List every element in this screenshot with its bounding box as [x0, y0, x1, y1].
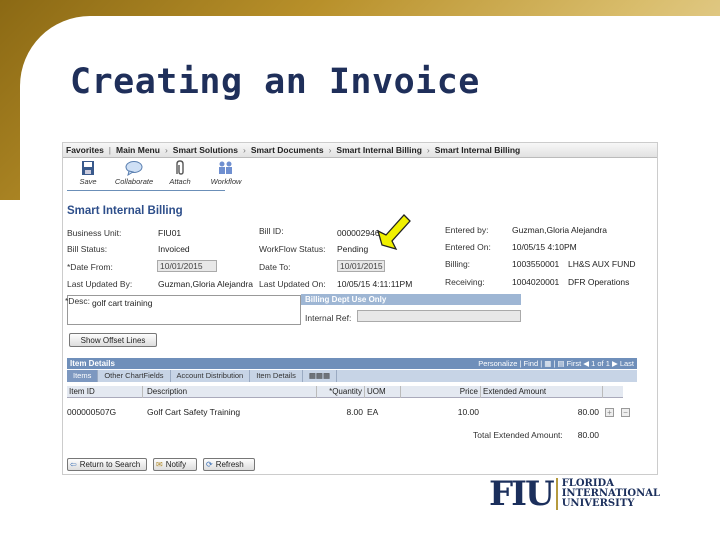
workflow-label: Workflow — [210, 177, 242, 186]
notify-label: Notify — [165, 460, 187, 469]
bill-status-label: Bill Status: — [67, 244, 108, 254]
breadcrumb-smart-documents[interactable]: Smart Documents — [251, 145, 324, 155]
tab-show-all-columns[interactable]: ▦▦▦ — [303, 370, 338, 382]
logo-wordmark: FLORIDA INTERNATIONAL UNIVERSITY — [562, 479, 660, 509]
business-unit-value: FIU01 — [158, 228, 182, 238]
return-to-search-button[interactable]: ⇦ Return to Search — [67, 458, 147, 471]
collaborate-button[interactable]: Collaborate — [115, 160, 153, 190]
billing-code: 1003550001 — [512, 259, 560, 269]
desc-value: golf cart training — [92, 298, 153, 308]
floppy-disk-icon — [79, 160, 97, 176]
billing-label: Billing: — [445, 259, 471, 269]
return-label: Return to Search — [79, 460, 141, 469]
notify-button[interactable]: ✉ Notify — [153, 458, 197, 471]
row-price[interactable]: 10.00 — [403, 407, 479, 417]
fiu-logo: FIU FLORIDA INTERNATIONAL UNIVERSITY — [489, 477, 660, 511]
breadcrumb: Favorites | Main Menu › Smart Solutions … — [63, 143, 657, 158]
entered-by-value: Guzman,Gloria Alejandra — [512, 225, 607, 235]
slide-title: Creating an Invoice — [70, 62, 480, 102]
receiving-code: 1004020001 — [512, 277, 560, 287]
add-row-icon[interactable]: + — [605, 408, 614, 417]
logo-divider — [555, 478, 558, 510]
business-unit-label: Business Unit: — [67, 228, 122, 238]
tab-item-details[interactable]: Item Details — [250, 370, 303, 382]
slide: Creating an Invoice Favorites | Main Men… — [0, 0, 720, 540]
save-label: Save — [79, 177, 97, 186]
bill-id-value: 000002946 — [337, 228, 380, 238]
row-quantity[interactable]: 8.00 — [317, 407, 363, 417]
row-description: Golf Cart Safety Training — [147, 407, 241, 417]
peoplesoft-screenshot: Favorites | Main Menu › Smart Solutions … — [62, 142, 658, 475]
refresh-label: Refresh — [215, 460, 244, 469]
last-updated-by-label: Last Updated By: — [67, 279, 133, 289]
tab-items[interactable]: Items — [67, 370, 99, 382]
col-price: Price — [403, 386, 481, 398]
page-title: Smart Internal Billing — [67, 205, 183, 217]
speech-bubble-icon — [125, 160, 143, 177]
breadcrumb-main-menu[interactable]: Main Menu — [116, 145, 160, 155]
col-quantity: *Quantity — [317, 386, 365, 398]
entered-on-label: Entered On: — [445, 242, 491, 252]
date-from-field[interactable]: 10/01/2015 — [157, 260, 217, 272]
toolbar-divider — [67, 190, 225, 191]
breadcrumb-smart-solutions[interactable]: Smart Solutions — [173, 145, 238, 155]
attach-button[interactable]: Attach — [161, 160, 199, 190]
attach-label: Attach — [169, 177, 191, 186]
people-icon — [217, 160, 235, 176]
billing-name: LH&S AUX FUND — [568, 259, 636, 269]
receiving-name: DFR Operations — [568, 277, 630, 287]
date-to-label: Date To: — [259, 262, 291, 272]
fiu-logo-mark: FIU — [489, 474, 555, 514]
col-extended-amount: Extended Amount — [481, 386, 603, 398]
toolbar: Save Collaborate Attach Workflow — [69, 160, 245, 190]
col-item-id: Item ID — [67, 386, 143, 398]
desc-textarea[interactable]: golf cart training — [67, 295, 301, 325]
save-button[interactable]: Save — [69, 160, 107, 190]
last-updated-on-label: Last Updated On: — [259, 279, 326, 289]
tab-other-chartfields[interactable]: Other ChartFields — [98, 370, 171, 382]
last-updated-on-value: 10/05/15 4:11:11PM — [337, 279, 413, 289]
row-uom[interactable]: EA — [367, 407, 378, 417]
collaborate-label: Collaborate — [114, 177, 154, 186]
item-details-title: Item Details — [70, 359, 115, 368]
refresh-icon: ⟳ — [206, 460, 213, 469]
total-extended-value: 80.00 — [577, 430, 599, 440]
date-from-label: *Date From: — [67, 262, 113, 272]
paperclip-icon — [171, 160, 189, 176]
logo-line-3: UNIVERSITY — [561, 498, 635, 509]
show-offset-lines-button[interactable]: Show Offset Lines — [69, 333, 157, 347]
billing-dept-header: Billing Dept Use Only — [301, 294, 521, 305]
workflow-status-label: WorkFlow Status: — [259, 244, 326, 254]
breadcrumb-smart-internal-billing-2[interactable]: Smart Internal Billing — [435, 145, 521, 155]
total-extended-label: Total Extended Amount: — [473, 430, 563, 440]
tab-account-distribution[interactable]: Account Distribution — [171, 370, 251, 382]
breadcrumb-favorites[interactable]: Favorites — [66, 145, 104, 155]
breadcrumb-smart-internal-billing[interactable]: Smart Internal Billing — [336, 145, 422, 155]
col-uom: UOM — [365, 386, 401, 398]
item-details-header: Item Details Personalize | Find | ▦ | ▤ … — [67, 358, 637, 369]
internal-ref-field[interactable] — [357, 310, 521, 322]
row-extended-amount: 80.00 — [577, 407, 599, 417]
bill-status-value: Invoiced — [158, 244, 190, 254]
envelope-icon: ✉ — [156, 460, 163, 469]
col-description: Description — [145, 386, 317, 398]
entered-on-value: 10/05/15 4:10PM — [512, 242, 577, 252]
row-item-id[interactable]: 000000507G — [67, 407, 116, 417]
grid-tabs: Items Other ChartFields Account Distribu… — [67, 370, 637, 382]
return-icon: ⇦ — [70, 460, 77, 469]
workflow-button[interactable]: Workflow — [207, 160, 245, 190]
yellow-arrow-icon — [376, 214, 411, 250]
internal-ref-label: Internal Ref: — [305, 313, 352, 323]
delete-row-icon[interactable]: − — [621, 408, 630, 417]
refresh-button[interactable]: ⟳ Refresh — [203, 458, 255, 471]
date-to-field[interactable]: 10/01/2015 — [337, 260, 385, 272]
receiving-label: Receiving: — [445, 277, 485, 287]
grid-navigation[interactable]: Personalize | Find | ▦ | ▤ First ◀ 1 of … — [478, 358, 634, 369]
last-updated-by-value: Guzman,Gloria Alejandra — [158, 279, 253, 289]
bill-id-label: Bill ID: — [259, 226, 284, 236]
desc-label: *Desc: — [65, 296, 91, 306]
workflow-status-value: Pending — [337, 244, 369, 254]
entered-by-label: Entered by: — [445, 225, 489, 235]
